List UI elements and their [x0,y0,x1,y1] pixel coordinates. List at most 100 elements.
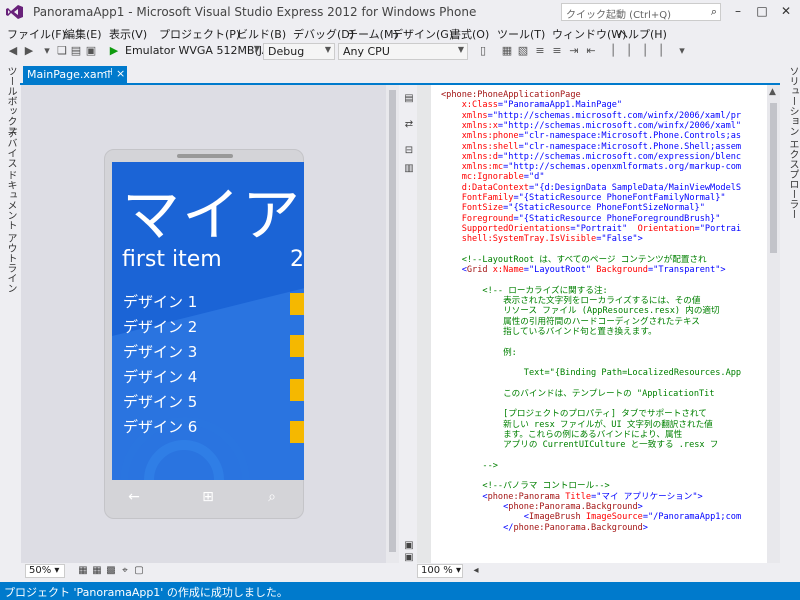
code-line[interactable]: 指しているバインド句と置き換えます。 [441,327,657,337]
menu-window[interactable]: ウィンドウ(W) [552,26,626,42]
open-file-icon[interactable]: ▤ [69,44,83,58]
editor-vertical-scrollbar[interactable]: ▲ [767,85,780,563]
expand-pane-icon[interactable]: ▤ [403,93,415,104]
attach-icon[interactable]: ▧ [516,44,530,58]
bookmark-icon[interactable]: │ [606,44,620,58]
scroll-thumb[interactable] [770,103,777,253]
snap-lines-icon[interactable]: ⌖ [119,565,131,576]
menu-project[interactable]: プロジェクト(P) [159,26,240,42]
pin-icon[interactable]: ⊣ [104,67,113,78]
code-line[interactable]: ます。これらの例にあるバインドにより、属性 [441,430,682,440]
code-line[interactable]: このバインドは、テンプレートの "ApplicationTit [441,389,714,399]
document-outline-tab[interactable]: ドキュメント アウトライン [3,170,18,293]
maximize-button[interactable]: □ [751,2,773,20]
bookmark-clear-icon[interactable]: │ [654,44,668,58]
indent-icon[interactable]: ⇥ [567,44,581,58]
zoom-combo[interactable]: 50% ▾ [25,564,65,578]
menu-debug[interactable]: デバッグ(D) [293,26,354,42]
code-line[interactable]: 属性の引用符間のハードコーディングされたテキス [441,317,700,327]
solution-explorer-tab[interactable]: ソリューション エクスプローラー [785,66,800,219]
code-line[interactable]: FontFamily="{StaticResource PhoneFontFam… [441,193,726,203]
close-tab-icon[interactable]: × [116,67,125,80]
code-line[interactable]: x:Class="PanoramaApp1.MainPage" [441,100,622,110]
code-line[interactable]: xmlns="http://schemas.microsoft.com/winf… [441,111,741,121]
code-line[interactable]: SupportedOrientations="Portrait" Orienta… [441,224,741,234]
toolbox-tab[interactable]: ツールボックス [3,66,18,136]
new-project-icon[interactable]: ❑ [55,44,69,58]
navigate-back-icon[interactable]: ◀ [6,44,20,58]
code-line[interactable]: --> [441,461,498,471]
editor-zoom-combo[interactable]: 100 % ▾ [417,564,463,578]
menu-format[interactable]: 書式(O) [450,26,489,42]
code-line[interactable]: 新しい resx ファイルが、UI 文字列の翻訳された値 [441,420,713,430]
run-target-combo[interactable]: Emulator WVGA 512MB(JA) ▼ [121,43,274,60]
code-line[interactable]: <!--パノラマ コントロール--> [441,481,609,491]
swap-panes-icon[interactable]: ⇄ [403,119,415,130]
menu-design[interactable]: デザイン(G) [392,26,453,42]
comment-icon[interactable]: ≡ [533,44,547,58]
tab-mainpage-xaml[interactable]: MainPage.xaml ⊣ × [23,66,127,83]
design-view-icon[interactable]: ▣ [403,540,415,551]
code-line[interactable]: [プロジェクトのプロパティ] タブでサポートされて [441,409,707,419]
code-line[interactable]: </phone:Panorama.Background> [441,523,648,533]
toolbar-options-icon[interactable]: ▾ [675,44,689,58]
code-line[interactable]: <Grid x:Name="LayoutRoot" Background="Tr… [441,265,726,275]
navigate-forward-icon[interactable]: ▶ [22,44,36,58]
menu-view[interactable]: 表示(V) [109,26,147,42]
code-line[interactable]: xmlns:shell="clr-namespace:Microsoft.Pho… [441,142,741,152]
xaml-view-icon[interactable]: ▣ [403,552,415,563]
code-line[interactable]: 表示された文字列をローカライズするには、その値 [441,296,700,306]
config-combo[interactable]: Debug ▼ [263,43,335,60]
code-line[interactable]: <!--LayoutRoot は、すべてのページ コンテンツが配置され [441,255,707,265]
code-line[interactable]: <!-- ローカライズに関する注: [441,286,607,296]
quick-launch-input[interactable]: クイック起動 (Ctrl+Q) ⌕ [561,3,721,21]
bookmark-next-icon[interactable]: │ [638,44,652,58]
close-button[interactable]: ✕ [775,2,797,20]
scroll-left-icon[interactable]: ◂ [470,565,482,576]
platform-combo[interactable]: Any CPU ▼ [338,43,468,60]
minimize-button[interactable]: – [727,2,749,20]
grid-icon[interactable]: ▦ [77,565,89,576]
save-all-icon[interactable]: ▣ [84,44,98,58]
xaml-editor[interactable]: <phone:PhoneApplicationPage x:Class="Pan… [431,85,767,563]
code-line[interactable]: FontSize="{StaticResource PhoneFontSizeN… [441,203,705,213]
code-line[interactable]: <phone:Panorama.Background> [441,502,643,512]
snap-grid-icon[interactable]: ▩ [105,565,117,576]
code-line[interactable]: アプリの CurrentUICulture と一致する .resx フ [441,440,718,450]
menu-team[interactable]: チーム(M) [347,26,398,42]
code-line[interactable]: mc:Ignorable="d" [441,172,545,182]
grid-toggle-icon[interactable]: ▦ [91,565,103,576]
find-in-files-icon[interactable]: ▯ [476,44,490,58]
menu-file[interactable]: ファイル(F) [7,26,66,42]
outdent-icon[interactable]: ⇤ [584,44,598,58]
annotation-icon[interactable]: ▢ [133,565,145,576]
code-line[interactable]: リソース ファイル (AppResources.resx) 内の適切 [441,306,720,316]
code-line[interactable]: xmlns:d="http://schemas.microsoft.com/ex… [441,152,741,162]
menu-tools[interactable]: ツール(T) [497,26,545,42]
code-line[interactable]: 例: [441,348,517,358]
code-line[interactable]: Foreground="{StaticResource PhoneForegro… [441,214,721,224]
code-line[interactable]: xmlns:x="http://schemas.microsoft.com/wi… [441,121,741,131]
menu-build[interactable]: ビルド(B) [237,26,286,42]
code-line[interactable]: <ImageBrush ImageSource="/PanoramaApp1;c… [441,512,741,522]
code-line[interactable]: shell:SystemTray.IsVisible="False"> [441,234,643,244]
device-tab[interactable]: デバイス [3,128,18,168]
collapse-pane-icon[interactable]: ⊟ [403,145,415,156]
scroll-thumb[interactable] [389,90,396,552]
code-line[interactable]: d:DataContext="{d:DesignData SampleData/… [441,183,741,193]
code-line[interactable]: xmlns:phone="clr-namespace:Microsoft.Pho… [441,131,741,141]
dropdown-icon[interactable]: ▾ [40,44,54,58]
uncomment-icon[interactable]: ≡ [550,44,564,58]
vertical-split-icon[interactable]: ▥ [403,163,415,174]
code-line[interactable]: <phone:PhoneApplicationPage [441,90,581,100]
code-line[interactable]: <phone:Panorama Title="マイ アプリケーション"> [441,492,702,502]
menu-help[interactable]: ヘルプ(H) [617,26,667,42]
menu-edit[interactable]: 編集(E) [64,26,102,42]
build-icon[interactable]: ▦ [500,44,514,58]
code-line[interactable]: Text="{Binding Path=LocalizedResources.A… [441,368,741,378]
code-line[interactable]: xmlns:mc="http://schemas.openxmlformats.… [441,162,741,172]
start-debug-icon[interactable]: ▶ [107,44,121,58]
scroll-up-icon[interactable]: ▲ [769,87,776,97]
bookmark-prev-icon[interactable]: │ [622,44,636,58]
designer-vertical-scrollbar[interactable] [386,85,399,563]
